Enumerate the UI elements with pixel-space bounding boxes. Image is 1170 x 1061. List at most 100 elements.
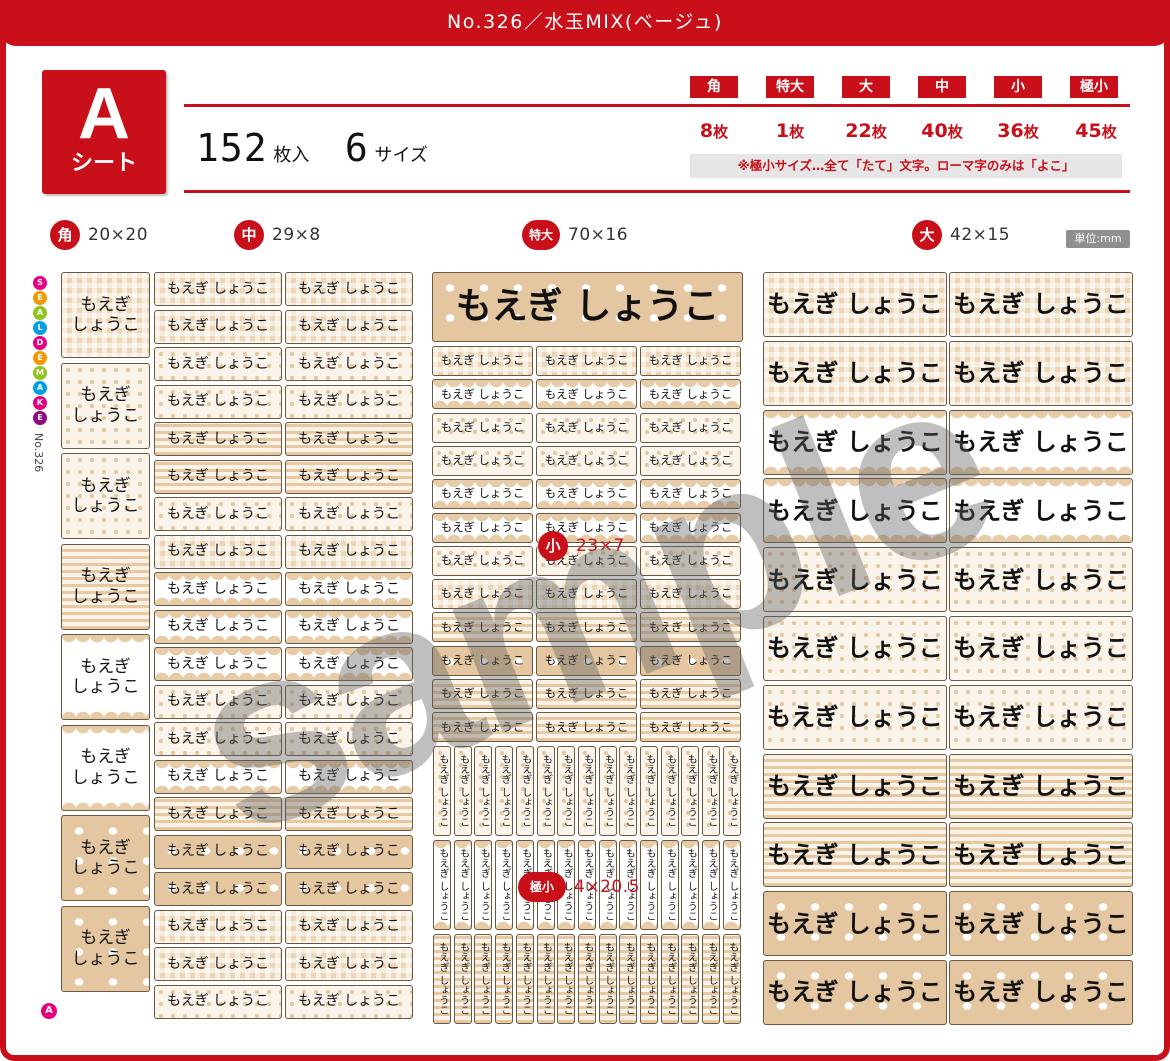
sho-label: もえぎ しょうこ [432,445,533,476]
gokusho-label: もえぎ しょうこ [619,934,638,1024]
chu-label: もえぎ しょうこ [285,459,413,494]
sho-label: もえぎ しょうこ [640,579,741,610]
label-line2: しょうこ [71,405,140,426]
dai-label: もえぎ しょうこ [763,822,947,888]
size-dim-sho: 23×7 [576,536,625,556]
gokusho-label: もえぎ しょうこ [453,840,472,930]
dai-label: もえぎ しょうこ [949,960,1133,1025]
sho-label: もえぎ しょうこ [536,612,637,643]
sho-label: もえぎ しょうこ [432,679,533,709]
section-label-sho: 小 23×7 [538,531,625,561]
label-line1: もえぎ [80,656,131,677]
sho-label: もえぎ しょうこ [432,612,533,643]
gokusho-label: もえぎ しょうこ [681,840,700,930]
label-line1: もえぎ [80,475,131,496]
sho-label: もえぎ しょうこ [432,545,533,576]
gokusho-label: もえぎ しょうこ [702,746,721,836]
sho-label: もえぎ しょうこ [640,346,741,376]
chu-label: もえぎ しょうこ [285,422,413,456]
gokusho-label: もえぎ しょうこ [495,746,514,836]
kaku-label: もえぎ しょうこ [61,362,150,449]
gokusho-label: もえぎ しょうこ [722,746,741,836]
chu-label: もえぎ しょうこ [154,797,282,831]
label-line2: しょうこ [71,767,140,788]
gokusho-label: もえぎ しょうこ [577,746,596,836]
kaku-label: もえぎ しょうこ [61,543,150,630]
dai-label: もえぎ しょうこ [763,340,947,406]
gokusho-label: もえぎ しょうこ [536,934,555,1024]
label-line2: しょうこ [71,948,140,969]
gokusho-label: もえぎ しょうこ [515,746,534,836]
chu-label: もえぎ しょうこ [285,909,413,944]
sho-label: もえぎ しょうこ [432,579,533,610]
sho-label: もえぎ しょうこ [536,579,637,610]
chu-label: もえぎ しょうこ [154,872,282,906]
dai-label: もえぎ しょうこ [763,547,947,613]
chu-label: もえぎ しょうこ [154,534,282,569]
sho-label: もえぎ しょうこ [536,445,637,476]
gokusho-label: もえぎ しょうこ [619,746,638,836]
sho-label: もえぎ しょうこ [432,712,533,743]
chu-label: もえぎ しょうこ [285,834,413,869]
section-label-gokusho: 極小 4×20.5 [518,872,640,902]
dai-label: もえぎ しょうこ [763,272,947,337]
chu-label: もえぎ しょうこ [154,984,282,1019]
label-line1: もえぎ [80,928,131,949]
sho-label: もえぎ しょうこ [640,379,741,410]
gokusho-label: もえぎ しょうこ [536,746,555,836]
gokusho-label: もえぎ しょうこ [433,934,451,1024]
dai-label: もえぎ しょうこ [949,478,1133,544]
gokusho-label: もえぎ しょうこ [681,746,700,836]
chu-label: もえぎ しょうこ [285,947,413,981]
label-line1: もえぎ [80,837,131,858]
dai-label: もえぎ しょうこ [763,684,947,750]
dai-label: もえぎ しょうこ [763,753,947,819]
label-line1: もえぎ [80,294,131,315]
label-line1: もえぎ [80,566,131,587]
sho-label: もえぎ しょうこ [640,479,741,510]
label-line1: もえぎ [80,747,131,768]
chu-label: もえぎ しょうこ [285,572,413,606]
chu-label: もえぎ しょうこ [154,347,282,381]
kaku-label: もえぎ しょうこ [61,724,150,811]
dai-label: もえぎ しょうこ [949,272,1133,337]
chu-label: もえぎ しょうこ [285,759,413,794]
chu-label: もえぎ しょうこ [154,722,282,756]
kaku-label: もえぎ しょうこ [61,815,150,901]
gokusho-label: もえぎ しょうこ [660,934,679,1024]
chu-label: もえぎ しょうこ [154,759,282,794]
sho-label: もえぎ しょうこ [640,645,741,676]
dai-label: もえぎ しょうこ [763,616,947,681]
sho-label: もえぎ しょうこ [640,512,741,543]
sho-label: もえぎ しょうこ [536,679,637,709]
gokusho-label: もえぎ しょうこ [681,934,700,1024]
dai-label: もえぎ しょうこ [949,891,1133,957]
gokusho-label: もえぎ しょうこ [598,934,617,1024]
chu-label: もえぎ しょうこ [154,459,282,494]
sho-label: もえぎ しょうこ [536,346,637,376]
chu-label: もえぎ しょうこ [285,347,413,381]
dai-label: もえぎ しょうこ [949,547,1133,613]
kaku-label: もえぎ しょうこ [61,453,150,539]
label-line2: しょうこ [71,677,140,697]
chu-label: もえぎ しょうこ [285,722,413,756]
gokusho-label: もえぎ しょうこ [495,934,514,1024]
gokusho-label: もえぎ しょうこ [577,934,596,1024]
chu-label: もえぎ しょうこ [154,909,282,944]
chu-label: もえぎ しょうこ [285,984,413,1019]
sho-label: もえぎ しょうこ [536,479,637,510]
sho-label: もえぎ しょうこ [640,612,741,643]
sho-label: もえぎ しょうこ [536,645,637,676]
tokudai-label: もえぎ しょうこ [432,272,743,342]
chu-label: もえぎ しょうこ [285,609,413,644]
chu-label: もえぎ しょうこ [285,272,413,306]
label-line1: もえぎ [80,385,131,406]
chu-label: もえぎ しょうこ [154,384,282,419]
gokusho-label: もえぎ しょうこ [557,746,576,836]
size-tag-gokusho: 極小 [518,872,567,902]
dai-label: もえぎ しょうこ [763,960,947,1025]
corner-mark: A [41,1003,57,1019]
label-line2: しょうこ [71,315,140,335]
chu-label: もえぎ しょうこ [285,797,413,831]
gokusho-label: もえぎ しょうこ [640,746,658,836]
